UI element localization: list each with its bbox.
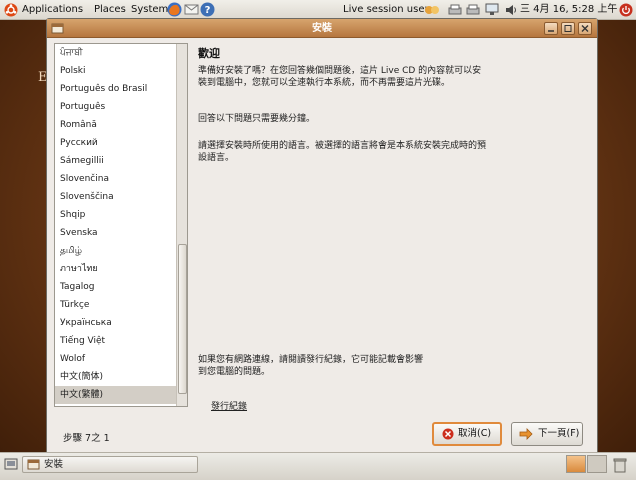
language-item[interactable]: Русский	[55, 134, 176, 152]
cancel-label: 取消(C)	[458, 428, 492, 439]
language-item[interactable]: Polski	[55, 62, 176, 80]
window-title: 安裝	[312, 23, 332, 34]
language-instruction-paragraph: 請選擇安裝時所使用的語言。被選擇的語言將會是本系統安裝完成時的預設語言。	[198, 141, 487, 163]
forward-label: 下一頁(F)	[538, 428, 580, 439]
network-note-paragraph: 如果您有網路連線，請閱讀發行紀錄，它可能記載會影響到您電腦的問題。	[198, 355, 424, 377]
language-item[interactable]: Wolof	[55, 350, 176, 368]
cancel-icon	[442, 428, 454, 440]
cancel-button[interactable]: 取消(C)	[432, 422, 502, 446]
user-name[interactable]: Live session user	[343, 0, 429, 20]
language-list[interactable]: ਪੰਜਾਬੀ Polski Português do Brasil Português…	[54, 43, 188, 407]
language-item[interactable]: Tagalog	[55, 278, 176, 296]
firefox-icon[interactable]	[167, 2, 182, 17]
bottom-panel: 安裝	[0, 452, 636, 480]
welcome-pane: 歡迎 準備好安裝了嗎？在您回答幾個問題後，這片 Live CD 的內容就可以安裝…	[192, 43, 592, 412]
top-panel: Applications Places System ? Live sessio…	[0, 0, 636, 20]
installer-icon	[27, 459, 40, 470]
minimize-icon	[548, 30, 554, 32]
language-item[interactable]: Slovenčina	[55, 170, 176, 188]
close-icon	[581, 25, 589, 32]
ubuntu-logo-icon[interactable]	[4, 3, 18, 17]
release-notes-link[interactable]: 發行紀錄	[211, 399, 247, 412]
switch-user-icon[interactable]	[424, 3, 440, 17]
close-button[interactable]	[578, 22, 592, 35]
system-menu[interactable]: System	[131, 0, 168, 20]
language-item[interactable]: Svenska	[55, 224, 176, 242]
language-list-scrollbar[interactable]	[176, 44, 187, 406]
language-item[interactable]: Tiếng Việt	[55, 332, 176, 350]
printer-2-icon[interactable]	[466, 4, 480, 16]
maximize-button[interactable]	[561, 22, 575, 35]
help-icon[interactable]: ?	[200, 2, 215, 17]
language-item[interactable]: ਪੰਜਾਬੀ	[55, 44, 176, 62]
maximize-icon	[564, 25, 572, 32]
language-item[interactable]: Română	[55, 116, 176, 134]
taskbar-item-installer[interactable]: 安裝	[22, 456, 198, 473]
language-item[interactable]: 中文(簡体)	[55, 368, 176, 386]
language-item[interactable]: ภาษาไทย	[55, 260, 176, 278]
network-icon[interactable]	[485, 3, 499, 16]
workspace-1[interactable]	[566, 455, 586, 473]
language-item[interactable]: 中文(繁體)	[55, 386, 176, 404]
power-icon[interactable]	[619, 3, 633, 17]
language-item[interactable]: Português	[55, 98, 176, 116]
language-item[interactable]: Sámegillii	[55, 152, 176, 170]
workspace-2[interactable]	[587, 455, 607, 473]
intro-paragraph: 準備好安裝了嗎？在您回答幾個問題後，這片 Live CD 的內容就可以安裝到電腦…	[198, 66, 482, 88]
page-title: 歡迎	[198, 47, 220, 60]
minimize-button[interactable]	[544, 22, 558, 35]
scrollbar-thumb[interactable]	[178, 244, 187, 394]
language-item[interactable]: Українська	[55, 314, 176, 332]
show-desktop-icon[interactable]	[4, 458, 18, 471]
window-titlebar[interactable]: 安裝	[47, 19, 597, 38]
language-item[interactable]: Türkçe	[55, 296, 176, 314]
places-menu[interactable]: Places	[94, 0, 126, 20]
language-item[interactable]: Português do Brasil	[55, 80, 176, 98]
taskbar-item-label: 安裝	[44, 459, 64, 470]
clock[interactable]: 三 4月 16, 5:28 上午	[520, 0, 617, 20]
installer-window: 安裝 ਪੰਜਾਬੀ Polski Português do Brasil Portug…	[46, 18, 598, 458]
applications-menu[interactable]: Applications	[22, 0, 83, 20]
step-indicator: 步驟 7之 1	[63, 433, 110, 444]
volume-icon[interactable]	[504, 3, 518, 17]
trash-icon[interactable]	[612, 457, 628, 473]
language-item[interactable]: தமிழ்	[55, 242, 176, 260]
printer-icon[interactable]	[448, 4, 462, 16]
time-paragraph: 回答以下問題只需要幾分鐘。	[198, 114, 316, 124]
svg-text:?: ?	[205, 5, 211, 16]
email-icon[interactable]	[184, 2, 199, 17]
forward-button[interactable]: 下一頁(F)	[511, 422, 583, 446]
language-item[interactable]: Slovenščina	[55, 188, 176, 206]
language-item[interactable]: Shqip	[55, 206, 176, 224]
forward-arrow-icon	[519, 428, 533, 440]
